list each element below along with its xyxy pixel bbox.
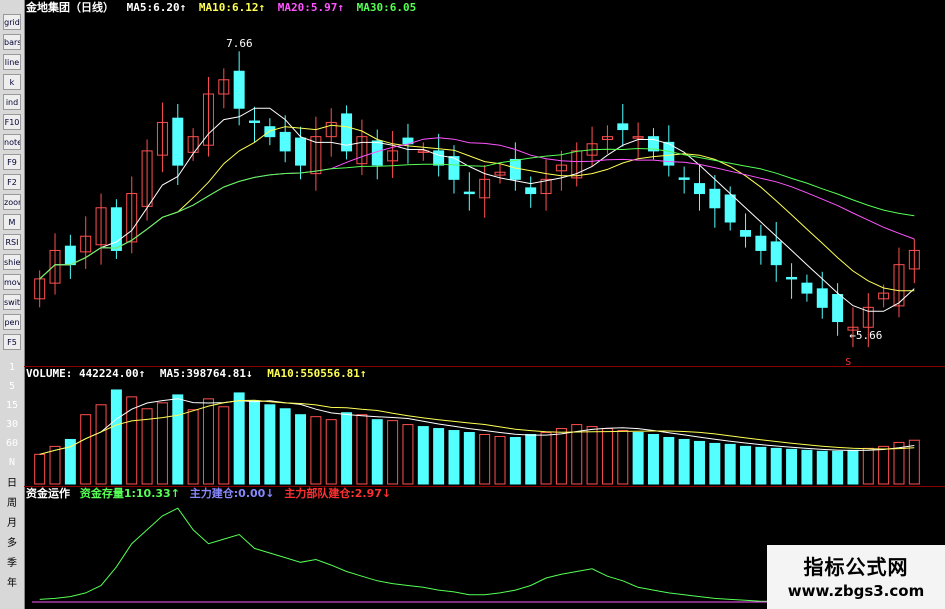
volume-bar	[908, 439, 920, 485]
volume-bar	[80, 414, 92, 485]
watermark: 指标公式网 www.zbgs3.com	[767, 545, 945, 609]
candle-body	[172, 117, 184, 166]
volume-bar	[586, 426, 598, 485]
candle-body	[264, 126, 276, 138]
volume-bar	[770, 447, 782, 485]
volume-ma5-line	[39, 398, 915, 455]
volume-bar	[463, 432, 475, 485]
volume-bar	[172, 394, 184, 485]
candle-body	[816, 288, 828, 308]
volume-bar	[617, 430, 629, 485]
volume-bar	[325, 419, 337, 485]
candle-body	[801, 282, 813, 294]
candle-body	[755, 235, 767, 251]
volume-bar	[310, 416, 322, 485]
candle-body	[279, 131, 291, 152]
volume-bar	[387, 420, 399, 485]
volume-bar	[847, 449, 859, 485]
candle-body	[64, 245, 76, 266]
volume-bar	[755, 446, 767, 485]
candle-body	[295, 137, 307, 166]
volume-bar	[202, 398, 214, 485]
volume-bar	[786, 448, 798, 485]
volume-bar	[49, 445, 61, 485]
watermark-url: www.zbgs3.com	[787, 582, 925, 600]
volume-bar	[647, 434, 659, 485]
volume-bar	[341, 412, 353, 485]
volume-bar	[264, 404, 276, 485]
candle-body	[786, 276, 798, 280]
volume-bar	[279, 408, 291, 485]
volume-bar	[694, 440, 705, 485]
candle-body	[433, 150, 445, 166]
volume-bar	[832, 450, 844, 485]
candle-body	[525, 187, 537, 195]
volume-bar	[448, 430, 460, 485]
volume-bar	[663, 436, 675, 485]
volume-bar	[816, 450, 828, 485]
volume-panel-divider	[24, 486, 945, 487]
volume-bar	[724, 443, 736, 485]
ma30-line	[39, 147, 915, 280]
volume-bar	[233, 392, 245, 485]
volume-bar	[110, 389, 122, 485]
volume-bar	[740, 445, 752, 485]
volume-bar	[187, 409, 199, 485]
candle-body	[694, 183, 705, 195]
volume-bar	[34, 453, 46, 485]
high-price-label: 7.66	[226, 37, 253, 50]
volume-bar	[878, 445, 890, 485]
volume-bar	[417, 426, 429, 485]
volume-bar	[156, 402, 168, 485]
volume-bar	[525, 434, 537, 485]
volume-bar	[371, 419, 383, 485]
volume-bar	[95, 404, 107, 485]
candle-body	[463, 191, 475, 195]
volume-bar	[126, 396, 138, 485]
candle-body	[709, 188, 721, 209]
candle-body	[770, 241, 782, 266]
kline-chart[interactable]: 7.66←5.66S	[0, 0, 945, 609]
volume-bar	[295, 414, 307, 485]
volume-bar	[862, 447, 874, 485]
candle-body	[740, 230, 752, 237]
volume-bar	[571, 424, 583, 485]
candle-body	[233, 70, 245, 109]
volume-bar	[433, 428, 445, 485]
volume-bar	[402, 424, 414, 485]
volume-bar	[494, 435, 506, 485]
candle-body	[724, 194, 736, 223]
volume-bar	[540, 432, 552, 485]
candle-body	[249, 120, 260, 124]
candle-body	[832, 294, 844, 323]
volume-bar	[218, 406, 230, 485]
watermark-title: 指标公式网	[803, 555, 909, 579]
volume-bar	[601, 428, 613, 485]
candle-body	[110, 207, 122, 251]
volume-bar	[249, 400, 260, 485]
candle-body	[617, 123, 629, 131]
volume-bar	[632, 432, 644, 485]
candle-body	[678, 177, 690, 180]
ma5-line	[39, 107, 915, 312]
volume-bar	[555, 428, 567, 485]
volume-bar	[509, 436, 521, 485]
low-price-label: ←5.66	[849, 329, 882, 342]
volume-bar	[64, 438, 76, 485]
volume-bar	[709, 442, 721, 485]
ma10-line	[39, 124, 915, 292]
volume-bar	[801, 449, 813, 485]
candle-body	[509, 158, 521, 180]
volume-bar	[479, 434, 491, 485]
volume-bar	[356, 414, 368, 485]
price-panel-divider	[24, 366, 945, 367]
volume-bar	[678, 438, 690, 485]
